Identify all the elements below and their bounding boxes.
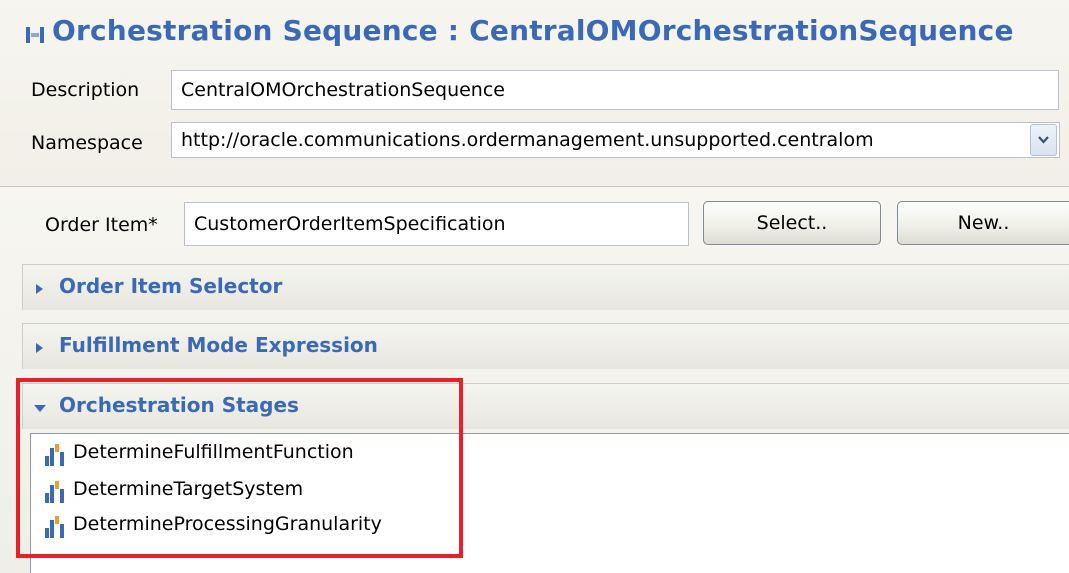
namespace-dropdown-button[interactable] bbox=[1030, 124, 1057, 156]
section-title-order-item-selector: Order Item Selector bbox=[59, 274, 283, 298]
section-title-fulfillment-mode-expression: Fulfillment Mode Expression bbox=[59, 333, 378, 357]
chevron-down-icon bbox=[1038, 136, 1049, 144]
section-fulfillment-mode-expression[interactable]: Fulfillment Mode Expression bbox=[22, 323, 1069, 369]
order-item-label-text: Order Item bbox=[45, 214, 149, 236]
new-button[interactable]: New.. bbox=[897, 201, 1069, 245]
triangle-right-icon bbox=[36, 343, 43, 353]
order-item-label: Order Item* bbox=[45, 214, 158, 236]
required-marker: * bbox=[148, 214, 158, 236]
description-field[interactable]: CentralOMOrchestrationSequence bbox=[171, 70, 1059, 110]
order-item-field[interactable]: CustomerOrderItemSpecification bbox=[184, 202, 689, 246]
triangle-right-icon bbox=[36, 284, 43, 294]
highlight-box bbox=[16, 378, 463, 558]
section-order-item-selector[interactable]: Order Item Selector bbox=[22, 264, 1069, 310]
page-title: Orchestration Sequence : CentralOMOrches… bbox=[52, 14, 1014, 47]
description-label: Description bbox=[31, 79, 140, 101]
namespace-label: Namespace bbox=[31, 132, 143, 154]
select-button[interactable]: Select.. bbox=[703, 201, 881, 245]
namespace-select[interactable]: http://oracle.communications.ordermanage… bbox=[171, 122, 1060, 158]
sequence-icon bbox=[26, 27, 44, 43]
